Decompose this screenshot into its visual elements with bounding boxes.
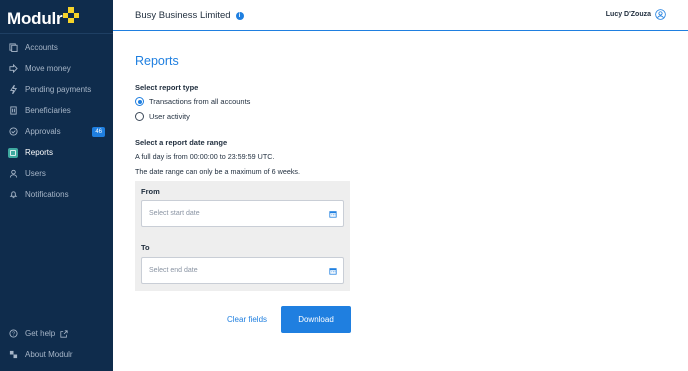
sidebar-item-get-help[interactable]: ? Get help — [0, 323, 113, 344]
radio-label: Transactions from all accounts — [149, 97, 251, 106]
sidebar-item-about-modulr[interactable]: About Modulr — [0, 344, 113, 365]
date-info-text: A full day is from 00:00:00 to 23:59:59 … — [135, 152, 275, 161]
user-icon — [8, 169, 18, 179]
sidebar-bottom: ? Get help About Modulr — [0, 323, 113, 365]
calendar-icon[interactable] — [329, 267, 337, 275]
user-name: Lucy D'Zouza — [605, 11, 651, 18]
sidebar-item-label: Get help — [25, 329, 56, 338]
sidebar-item-beneficiaries[interactable]: Beneficiaries — [0, 100, 113, 121]
radio-button-checked[interactable] — [135, 97, 144, 106]
sidebar: Modulr Accounts Move money Pending payme… — [0, 0, 113, 371]
end-date-input[interactable]: Select end date — [141, 257, 344, 284]
sidebar-item-accounts[interactable]: Accounts — [0, 37, 113, 58]
modulr-logo[interactable]: Modulr — [7, 7, 80, 31]
sidebar-item-label: Accounts — [25, 43, 58, 52]
sidebar-divider — [0, 33, 113, 34]
info-icon[interactable]: i — [235, 11, 244, 20]
from-label: From — [141, 187, 160, 196]
start-date-placeholder: Select start date — [149, 210, 200, 217]
date-range-panel: From Select start date To Select end dat… — [135, 181, 350, 291]
sidebar-nav: Accounts Move money Pending payments Ben… — [0, 37, 113, 205]
page-title: Reports — [135, 54, 179, 68]
radio-user-activity[interactable]: User activity — [135, 112, 190, 121]
sidebar-item-label: Approvals — [25, 127, 61, 136]
radio-label: User activity — [149, 112, 190, 121]
date-limit-text: The date range can only be a maximum of … — [135, 167, 301, 176]
calendar-icon[interactable] — [329, 210, 337, 218]
arrow-right-icon — [8, 64, 18, 74]
sidebar-item-approvals[interactable]: Approvals 46 — [0, 121, 113, 142]
bell-icon — [8, 190, 18, 200]
company-name: Busy Business Limited i — [135, 10, 244, 21]
clear-fields-link[interactable]: Clear fields — [227, 315, 267, 324]
start-date-input[interactable]: Select start date — [141, 200, 344, 227]
report-type-label: Select report type — [135, 83, 199, 92]
sidebar-item-label: About Modulr — [25, 350, 73, 359]
radio-transactions-all-accounts[interactable]: Transactions from all accounts — [135, 97, 250, 106]
sidebar-item-label: Beneficiaries — [25, 106, 71, 115]
logo-mark-icon — [63, 7, 80, 23]
to-label: To — [141, 243, 150, 252]
date-range-label: Select a report date range — [135, 138, 228, 147]
sidebar-item-label: Reports — [25, 148, 54, 157]
main-content: Reports Select report type Transactions … — [113, 32, 688, 371]
sidebar-item-reports[interactable]: Reports — [0, 142, 113, 163]
reports-icon — [8, 147, 18, 158]
lightning-icon — [8, 85, 18, 95]
check-circle-icon — [8, 127, 18, 137]
sidebar-item-label: Pending payments — [25, 85, 92, 94]
sidebar-item-label: Users — [25, 169, 46, 178]
approvals-count-badge: 46 — [92, 127, 105, 137]
about-icon — [8, 350, 18, 360]
sidebar-item-notifications[interactable]: Notifications — [0, 184, 113, 205]
company-name-text: Busy Business Limited — [135, 10, 231, 21]
sidebar-item-pending-payments[interactable]: Pending payments — [0, 79, 113, 100]
accounts-icon — [8, 43, 18, 53]
svg-text:?: ? — [12, 332, 15, 338]
building-icon — [8, 106, 18, 116]
user-avatar-icon — [655, 9, 666, 20]
help-icon: ? — [8, 329, 18, 339]
end-date-placeholder: Select end date — [149, 267, 198, 274]
logo-text: Modulr — [7, 9, 63, 28]
external-link-icon — [59, 329, 69, 339]
sidebar-item-move-money[interactable]: Move money — [0, 58, 113, 79]
sidebar-item-label: Notifications — [25, 190, 69, 199]
sidebar-item-label: Move money — [25, 64, 71, 73]
top-header: Busy Business Limited i Lucy D'Zouza — [113, 0, 688, 31]
user-menu[interactable]: Lucy D'Zouza — [606, 9, 666, 20]
download-button[interactable]: Download — [281, 306, 351, 333]
sidebar-item-users[interactable]: Users — [0, 163, 113, 184]
radio-button[interactable] — [135, 112, 144, 121]
